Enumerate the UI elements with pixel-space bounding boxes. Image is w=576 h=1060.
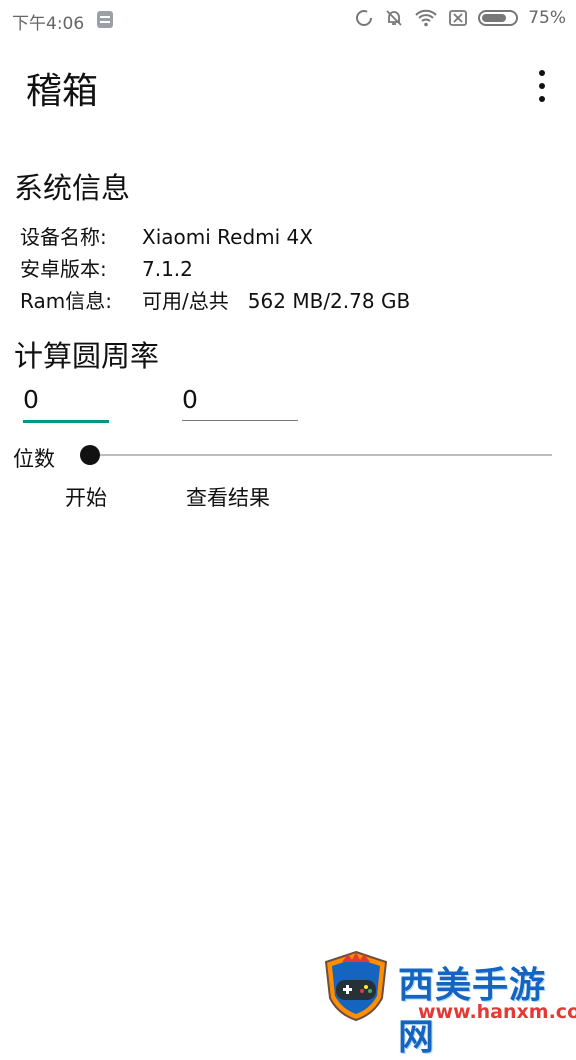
status-bar: 下午4:06 75%: [0, 0, 576, 40]
battery-icon: [478, 10, 519, 26]
info-label: 设备名称:: [20, 225, 107, 249]
gamepad-shield-logo-icon: [324, 950, 388, 1022]
battery-percent: 75%: [528, 8, 566, 28]
notification-app-icon: [97, 11, 113, 28]
info-value: 可用/总共 562 MB/2.78 GB: [142, 289, 411, 313]
battery-level-fill: [482, 14, 507, 22]
status-time: 下午4:06: [12, 14, 85, 34]
status-icons: 75%: [354, 8, 566, 28]
wifi-icon: [415, 9, 437, 27]
watermark-url: www.hanxm.com: [418, 1001, 576, 1023]
sync-icon: [356, 10, 373, 26]
start-button[interactable]: 开始: [65, 482, 107, 512]
digits-label: 位数: [13, 447, 55, 471]
more-vert-icon[interactable]: [522, 68, 558, 104]
input-field-a[interactable]: [23, 378, 109, 423]
slider-track: [90, 454, 552, 456]
pi-calc-heading: 计算圆周率: [14, 339, 160, 373]
input-field-b[interactable]: [182, 378, 298, 421]
app-bar: 稽箱: [0, 40, 576, 126]
info-row-ram: Ram信息: 可用/总共 562 MB/2.78 GB: [20, 285, 410, 314]
app-title: 稽箱: [26, 71, 99, 112]
slider-thumb[interactable]: [80, 445, 100, 465]
sim-blocked-icon: [449, 10, 468, 26]
info-row-device-name: 设备名称: Xiaomi Redmi 4X: [20, 221, 313, 250]
info-value: Xiaomi Redmi 4X: [142, 225, 313, 249]
view-result-button[interactable]: 查看结果: [186, 482, 270, 512]
info-row-android-version: 安卓版本: 7.1.2: [20, 253, 193, 282]
info-label: Ram信息:: [20, 289, 112, 313]
digits-slider[interactable]: [80, 444, 552, 466]
mute-bell-icon: [386, 10, 402, 26]
info-label: 安卓版本:: [20, 257, 107, 281]
watermark: 西美手游网 www.hanxm.com: [322, 950, 576, 1058]
info-value: 7.1.2: [142, 257, 193, 281]
system-info-heading: 系统信息: [14, 171, 131, 205]
